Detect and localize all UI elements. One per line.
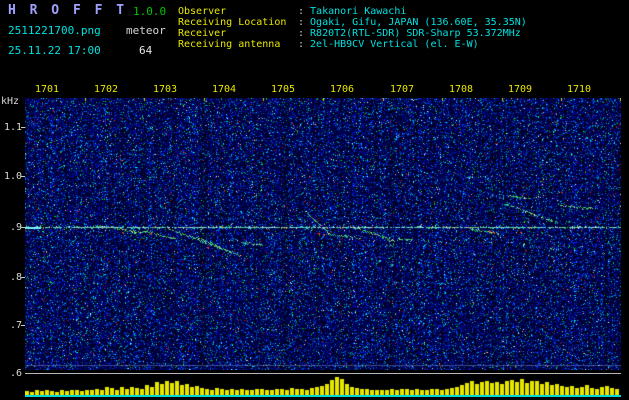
time-tick-1708: 1708 <box>449 84 474 95</box>
mode-label: meteor <box>126 24 166 37</box>
time-tick-1706: 1706 <box>330 84 355 95</box>
receiving-antenna-label: Receiving antenna <box>178 39 281 50</box>
level-strip-border <box>25 373 621 374</box>
signal-level-canvas <box>25 376 621 395</box>
time-tick-1704: 1704 <box>212 84 237 95</box>
freq-tick-0_6: .6 <box>9 368 22 379</box>
receiver-label: Receiver <box>178 28 227 39</box>
time-tick-1703: 1703 <box>153 84 178 95</box>
observer-value: Takanori Kawachi <box>310 6 407 17</box>
receiving-location-value: Ogaki, Gifu, JAPAN (136.60E, 35.35N) <box>310 17 527 28</box>
receiver-row: Receiver: R820T2(RTL-SDR) SDR-Sharp 53.37… <box>178 28 521 39</box>
baseline-line <box>25 395 621 397</box>
app-title: H R O F F T <box>8 3 128 18</box>
receiver-value: R820T2(RTL-SDR) SDR-Sharp 53.372MHz <box>310 28 521 39</box>
time-tick-1701: 1701 <box>35 84 60 95</box>
receiving-location-row: Receiving Location: Ogaki, Gifu, JAPAN (1… <box>178 17 527 28</box>
time-tick-1710: 1710 <box>567 84 592 95</box>
app-version: 1.0.0 <box>133 5 167 18</box>
hrofft-spectrogram-screen: H R O F F T 1.0.0 2511221700.png meteor … <box>0 0 629 400</box>
freq-tick-0_9: .9 <box>9 222 22 233</box>
receiving-antenna-row: Receiving antenna:2el-HB9CV Vertical (el… <box>178 39 479 50</box>
echo-count: 64 <box>139 44 153 57</box>
freq-unit-label: kHz <box>1 96 20 107</box>
freq-tick-0_8: .8 <box>9 272 22 283</box>
time-tick-1702: 1702 <box>94 84 119 95</box>
time-tick-1705: 1705 <box>271 84 296 95</box>
observation-datetime: 25.11.22 17:00 <box>8 44 101 57</box>
freq-tick-0_7: .7 <box>9 320 22 331</box>
freq-tick-1_0: 1.0 <box>3 171 22 182</box>
spectrogram-canvas <box>25 98 621 370</box>
time-tick-1707: 1707 <box>390 84 415 95</box>
observer-row: Observer: Takanori Kawachi <box>178 6 406 17</box>
output-filename: 2511221700.png <box>8 24 101 37</box>
receiving-location-label: Receiving Location <box>178 17 287 28</box>
freq-tick-1_1: 1.1 <box>3 122 22 133</box>
receiving-antenna-value: 2el-HB9CV Vertical (el. E-W) <box>310 39 479 50</box>
observer-label: Observer <box>178 6 227 17</box>
time-tick-1709: 1709 <box>508 84 533 95</box>
